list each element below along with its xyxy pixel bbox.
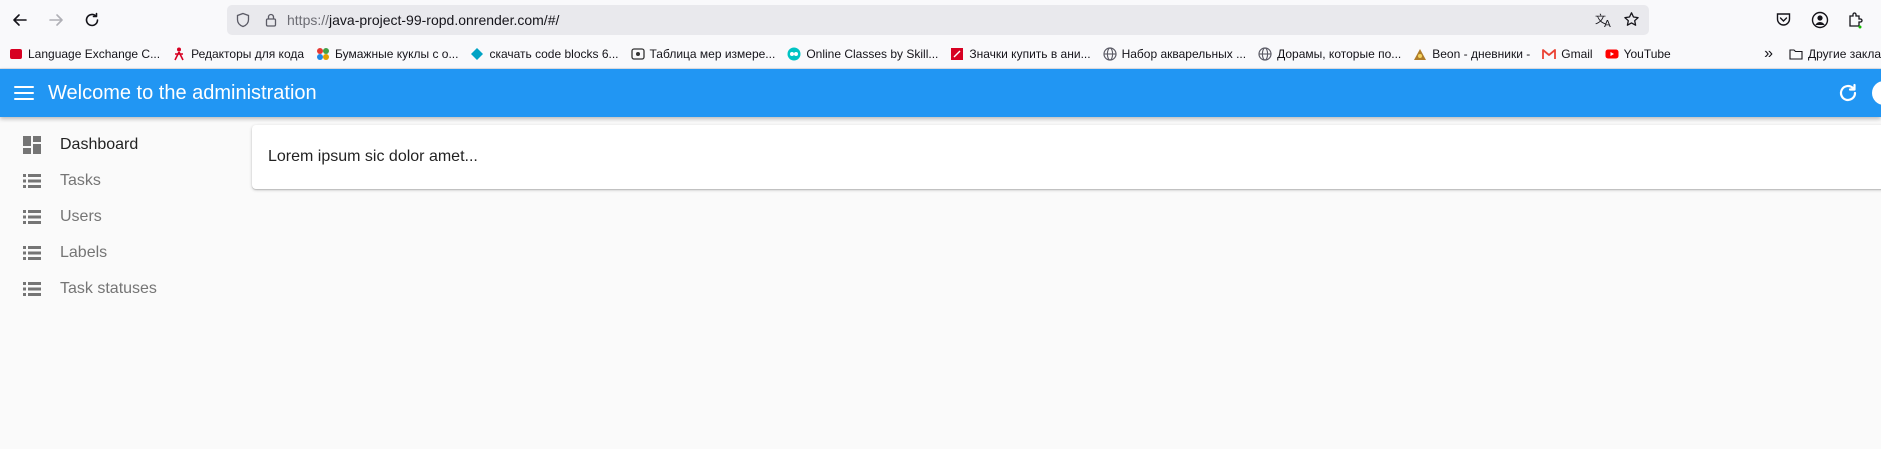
bookmark-label: скачать code blocks 6...: [489, 47, 619, 61]
sidebar: Dashboard Tasks Users Labels Task statuses: [0, 127, 240, 307]
page-title: Welcome to the administration: [48, 81, 317, 104]
bookmarks-overflow: » Другие закла: [1764, 40, 1881, 68]
bookmark-label: YouTube: [1623, 47, 1671, 61]
lock-icon[interactable]: [263, 12, 279, 28]
url-scheme: https://: [287, 12, 330, 28]
sidebar-item-task-statuses[interactable]: Task statuses: [0, 271, 240, 307]
skillshare-icon: [787, 47, 801, 61]
bookmark-label: Значки купить в ани...: [969, 47, 1091, 61]
tracking-protection-icon[interactable]: [235, 12, 251, 28]
sidebar-item-users[interactable]: Users: [0, 199, 240, 235]
sidebar-item-label: Users: [60, 208, 102, 225]
dashboard-icon: [20, 136, 44, 154]
forward-button[interactable]: [44, 8, 68, 32]
eye-box-icon: [630, 47, 645, 61]
colorful-flower-icon: [316, 47, 330, 61]
bookmark-item[interactable]: Редакторы для кода: [172, 47, 304, 61]
bookmark-label: Набор акварельных ...: [1121, 47, 1247, 61]
bookmark-label: Дорамы, которые по...: [1277, 47, 1402, 61]
admin-app: Welcome to the administration Dashboard T…: [0, 69, 1881, 449]
red-book-icon: [9, 47, 23, 61]
dashboard-text: Lorem ipsum sic dolor amet...: [268, 148, 478, 165]
back-button[interactable]: [8, 8, 32, 32]
bookmark-label: Таблица мер измере...: [649, 47, 776, 61]
menu-icon[interactable]: [12, 81, 36, 105]
bookmark-item[interactable]: Значки купить в ани...: [950, 47, 1091, 61]
svg-text:A: A: [1604, 19, 1611, 28]
bookmark-item[interactable]: Набор акварельных ...: [1102, 47, 1247, 61]
bookmark-item[interactable]: Дорамы, которые по...: [1258, 47, 1401, 61]
sidebar-item-label: Labels: [60, 244, 108, 261]
list-icon: [20, 174, 44, 188]
teal-diamond-icon: [470, 47, 484, 61]
bookmarks-toolbar: Language Exchange C... Редакторы для кода…: [0, 40, 1881, 69]
other-bookmarks-label: Другие закла: [1808, 47, 1881, 61]
other-bookmarks-folder[interactable]: Другие закла: [1789, 47, 1881, 61]
browser-toolbar: https://java-project-99-ropd.onrender.co…: [0, 0, 1881, 40]
chevron-double-right-icon[interactable]: »: [1764, 45, 1773, 63]
translate-icon[interactable]: 文A: [1595, 12, 1613, 28]
account-icon[interactable]: [1811, 11, 1829, 29]
sidebar-item-label: Tasks: [60, 172, 101, 189]
bookmarks-list: Language Exchange C... Редакторы для кода…: [9, 47, 1683, 61]
gmail-icon: [1542, 47, 1557, 61]
bookmark-label: Online Classes by Skill...: [806, 47, 939, 61]
reload-icon: [85, 12, 99, 27]
bookmark-item[interactable]: Language Exchange C...: [9, 47, 160, 61]
sidebar-item-dashboard[interactable]: Dashboard: [0, 127, 240, 163]
sidebar-item-label: Task statuses: [60, 280, 157, 297]
url-host: java-project-99-ropd.onrender.com/#/: [329, 12, 560, 28]
globe-icon: [1258, 47, 1272, 61]
bookmark-label: Language Exchange C...: [28, 47, 161, 61]
refresh-icon[interactable]: [1836, 81, 1860, 105]
app-bar: Welcome to the administration: [0, 69, 1881, 117]
sidebar-item-tasks[interactable]: Tasks: [0, 163, 240, 199]
bookmark-label: Бумажные куклы с о...: [335, 47, 459, 61]
pocket-icon[interactable]: [1775, 11, 1792, 28]
bookmark-label: Редакторы для кода: [191, 47, 305, 61]
globe-icon: [1102, 47, 1117, 61]
red-figure-icon: [172, 47, 186, 61]
url-bar[interactable]: https://java-project-99-ropd.onrender.co…: [227, 5, 1649, 35]
bookmark-item[interactable]: Beon - дневники -: [1413, 47, 1530, 61]
sidebar-item-label: Dashboard: [60, 136, 139, 153]
bookmark-label: Gmail: [1561, 47, 1593, 61]
bookmark-item[interactable]: Online Classes by Skill...: [787, 47, 938, 61]
sidebar-item-labels[interactable]: Labels: [0, 235, 240, 271]
bookmark-item[interactable]: Таблица мер измере...: [630, 47, 776, 61]
arrow-right-icon: [49, 14, 63, 26]
folder-icon: [1789, 47, 1803, 61]
user-menu-icon[interactable]: [1872, 81, 1881, 105]
beon-icon: [1413, 47, 1427, 61]
red-square-icon: [950, 47, 964, 61]
list-icon: [20, 282, 44, 296]
youtube-icon: [1605, 47, 1619, 61]
url-text[interactable]: https://java-project-99-ropd.onrender.co…: [287, 12, 559, 28]
extensions-icon[interactable]: [1846, 11, 1864, 29]
list-icon: [20, 246, 44, 260]
reload-button[interactable]: [80, 8, 104, 32]
bookmark-star-icon[interactable]: [1623, 11, 1640, 28]
bookmark-item[interactable]: YouTube: [1605, 47, 1671, 61]
dashboard-card: Lorem ipsum sic dolor amet...: [252, 125, 1881, 189]
list-icon: [20, 210, 44, 224]
bookmark-item[interactable]: Бумажные куклы с о...: [316, 47, 458, 61]
bookmark-item[interactable]: Gmail: [1542, 47, 1593, 61]
bookmark-item[interactable]: скачать code blocks 6...: [470, 47, 619, 61]
bookmark-label: Beon - дневники -: [1432, 47, 1531, 61]
arrow-left-icon: [13, 14, 27, 26]
